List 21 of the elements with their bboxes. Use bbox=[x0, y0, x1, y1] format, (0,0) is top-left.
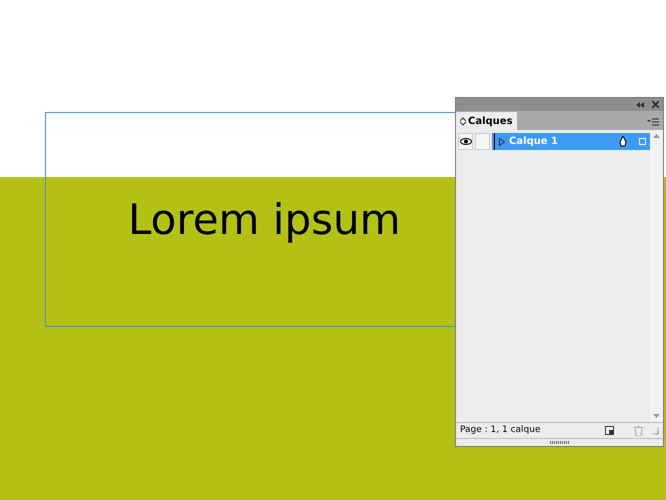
panel-tab[interactable]: Calques bbox=[456, 112, 517, 130]
disclosure-triangle-icon bbox=[499, 138, 505, 146]
layer-color-swatch bbox=[492, 133, 495, 150]
scroll-down-icon bbox=[653, 414, 660, 418]
pen-icon bbox=[619, 136, 627, 147]
status-text: Page : 1, 1 calque bbox=[460, 424, 542, 437]
new-layer-icon[interactable] bbox=[605, 426, 614, 435]
expand-icon bbox=[460, 116, 466, 126]
drag-handle-icon[interactable] bbox=[550, 441, 570, 444]
resize-grip-icon[interactable] bbox=[651, 426, 659, 434]
collapse-icon[interactable] bbox=[636, 102, 644, 108]
panel-menu-icon[interactable] bbox=[647, 118, 659, 126]
selection-square[interactable] bbox=[639, 138, 646, 145]
close-icon[interactable] bbox=[652, 101, 659, 108]
eye-icon bbox=[460, 138, 472, 145]
layer-name: Calque 1 bbox=[509, 135, 560, 149]
scroll-up-icon bbox=[653, 134, 660, 138]
heading-text: Lorem ipsum bbox=[128, 194, 401, 246]
visibility-toggle[interactable] bbox=[458, 133, 473, 150]
lock-toggle[interactable] bbox=[475, 133, 490, 150]
scrollbar[interactable] bbox=[650, 130, 663, 422]
